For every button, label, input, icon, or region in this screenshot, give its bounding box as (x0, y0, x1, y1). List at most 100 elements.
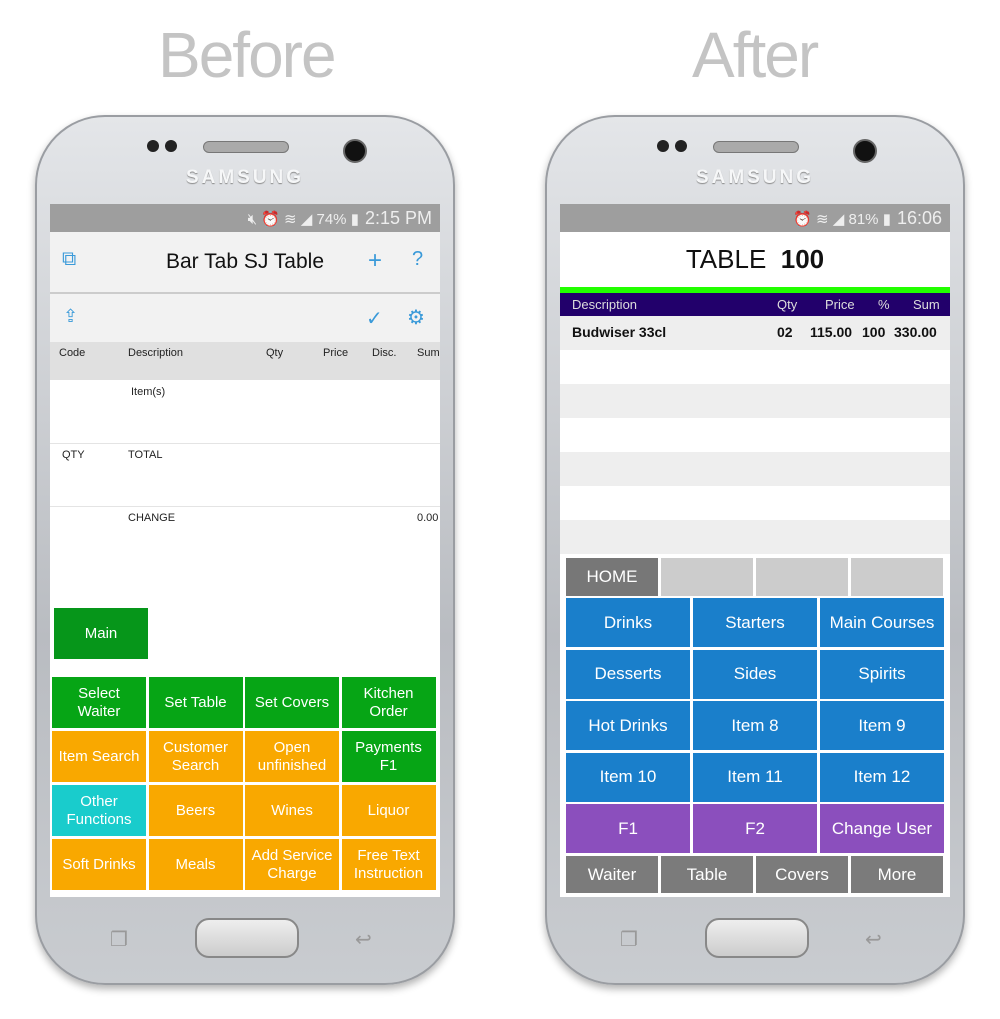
grid-button[interactable]: Wines (245, 785, 339, 836)
total-label: TOTAL (128, 449, 163, 461)
change-value: 0.00 (417, 512, 439, 524)
bottom-button[interactable]: Covers (756, 856, 848, 893)
grid-button[interactable]: Kitchen Order (341, 677, 436, 728)
title-prefix: TABLE (685, 244, 767, 274)
empty-row (560, 520, 950, 554)
help-icon[interactable]: ? (412, 248, 423, 271)
menu-button[interactable]: Item 8 (693, 701, 817, 750)
empty-row (560, 452, 950, 486)
menu-button[interactable]: Starters (693, 598, 817, 647)
column-header: Price (825, 297, 855, 312)
main-button[interactable]: Main (54, 608, 148, 659)
sensor-icon (657, 140, 669, 152)
item-sum: 330.00 (894, 324, 937, 340)
menu-button[interactable]: Spirits (820, 649, 944, 699)
share-icon[interactable]: ⇪ (63, 306, 78, 327)
menu-button[interactable]: Item 10 (566, 752, 690, 802)
tab-empty[interactable] (756, 558, 848, 596)
screen-before: 🔇︎ ⏰ ≋ ◢ 74% ▮ 2:15 PM ⧉ Bar Tab SJ Table… (50, 204, 440, 897)
app-bar: ⧉ Bar Tab SJ Table + ? (50, 232, 440, 294)
bottom-button[interactable]: Waiter (566, 856, 658, 893)
menu-button[interactable]: Hot Drinks (566, 701, 690, 750)
plus-icon[interactable]: + (368, 247, 382, 275)
item-percent: 100 (862, 324, 886, 340)
grid-button[interactable]: Open unfinished (245, 731, 339, 782)
camera-icon (343, 139, 367, 163)
phone-before: SAMSUNG 🔇︎ ⏰ ≋ ◢ 74% ▮ 2:15 PM ⧉ Bar Tab … (35, 115, 455, 985)
empty-row (560, 350, 950, 384)
battery-level: 74% (316, 211, 347, 228)
menu-button[interactable]: Item 12 (820, 752, 944, 802)
mute-icon: 🔇︎ (247, 211, 258, 228)
column-header: Qty (266, 347, 284, 359)
item-price: 115.00 (810, 324, 853, 340)
column-header: Description (128, 347, 184, 359)
brand-logo: SAMSUNG (185, 167, 305, 188)
table-number: 100 (780, 244, 825, 274)
home-button[interactable] (705, 918, 809, 958)
menu-button[interactable]: Desserts (566, 649, 690, 699)
sensor-icon (675, 140, 687, 152)
column-header: Sum (417, 347, 440, 359)
menu-button[interactable]: Main Courses (820, 598, 944, 647)
clock: 2:15 PM (364, 208, 432, 228)
grid-button[interactable]: Other Functions (52, 785, 146, 836)
toolbar: ⇪ ✓ ⚙ (50, 294, 440, 342)
grid-button[interactable]: Set Table (148, 677, 243, 728)
menu-button[interactable]: Drinks (566, 598, 690, 647)
grid-button[interactable]: Customer Search (148, 731, 243, 782)
menu-button[interactable]: Sides (693, 649, 817, 699)
home-button[interactable] (195, 918, 299, 958)
item-description: Budwiser 33cl (572, 324, 667, 340)
grid-button[interactable]: Liquor (341, 785, 436, 836)
function-grid: Select Waiter Set Table Set Covers Kitchen … (52, 677, 438, 893)
column-header: Disc. (372, 347, 397, 359)
gear-icon[interactable]: ⚙ (407, 305, 425, 330)
wifi-icon: ≋ (816, 211, 829, 228)
speaker (713, 141, 799, 153)
tab-empty[interactable] (661, 558, 753, 596)
function-button[interactable]: F2 (693, 804, 817, 853)
grid-button[interactable]: Set Covers (245, 677, 339, 728)
change-label: CHANGE (128, 512, 176, 524)
menu-button[interactable]: Item 9 (820, 701, 944, 750)
grid-button[interactable]: Item Search (52, 731, 146, 782)
function-button[interactable]: F1 (566, 804, 690, 853)
column-header: Code (59, 347, 86, 359)
grid-button[interactable]: Free Text Instruction (341, 839, 436, 890)
grid-button[interactable]: Select Waiter (52, 677, 146, 728)
wifi-icon: ≋ (284, 211, 297, 228)
grid-button[interactable]: Beers (148, 785, 243, 836)
column-header: Qty (777, 297, 798, 312)
check-icon[interactable]: ✓ (366, 306, 383, 331)
phone-after: SAMSUNG ⏰ ≋ ◢ 81% ▮ 16:06 TABLE 100 Descr… (545, 115, 965, 985)
recent-apps-icon[interactable]: ❐ (620, 927, 638, 952)
back-icon[interactable]: ↩ (865, 927, 882, 952)
table-header: Code Description Qty Price Disc. Sum (50, 342, 440, 380)
grid-button[interactable]: Add Service Charge (245, 839, 339, 890)
camera-icon (853, 139, 877, 163)
table-row[interactable]: Budwiser 33cl 02 115.00 100 330.00 (560, 316, 950, 348)
tab-home[interactable]: HOME (566, 558, 658, 596)
column-header: Price (323, 347, 349, 359)
grid-button[interactable]: Soft Drinks (52, 839, 146, 890)
grid-button[interactable]: Payments F1 (341, 731, 436, 782)
back-icon[interactable]: ↩ (355, 927, 372, 952)
bottom-button[interactable]: More (851, 856, 943, 893)
function-button[interactable]: Change User (820, 804, 944, 853)
empty-row (560, 486, 950, 520)
empty-row (560, 418, 950, 452)
grid-button[interactable]: Meals (148, 839, 243, 890)
page-title: TABLE 100 (560, 244, 950, 275)
tab-empty[interactable] (851, 558, 943, 596)
menu-button[interactable]: Item 11 (693, 752, 817, 802)
menu-grid: HOME Drinks Starters Main Courses Desserts Si… (560, 554, 950, 897)
battery-level: 81% (848, 211, 879, 228)
status-bar: 🔇︎ ⏰ ≋ ◢ 74% ▮ 2:15 PM (50, 204, 440, 232)
empty-row (560, 384, 950, 418)
bottom-button[interactable]: Table (661, 856, 753, 893)
qty-label: QTY (62, 449, 85, 461)
status-bar: ⏰ ≋ ◢ 81% ▮ 16:06 (560, 204, 950, 232)
before-label: Before (158, 19, 337, 91)
recent-apps-icon[interactable]: ❐ (110, 927, 128, 952)
